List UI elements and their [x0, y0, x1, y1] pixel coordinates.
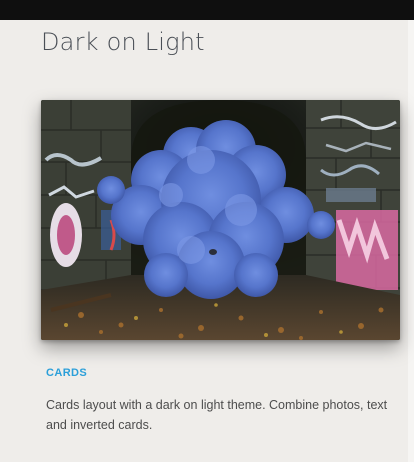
scroll-edge — [408, 20, 414, 462]
page-title: Dark on Light — [41, 28, 205, 56]
card-image[interactable] — [41, 100, 400, 340]
card-category-label[interactable]: CARDS — [46, 367, 87, 379]
top-bar — [0, 0, 414, 20]
tunnel-smoke-photo — [41, 100, 400, 340]
card-description: Cards layout with a dark on light theme.… — [46, 398, 388, 432]
